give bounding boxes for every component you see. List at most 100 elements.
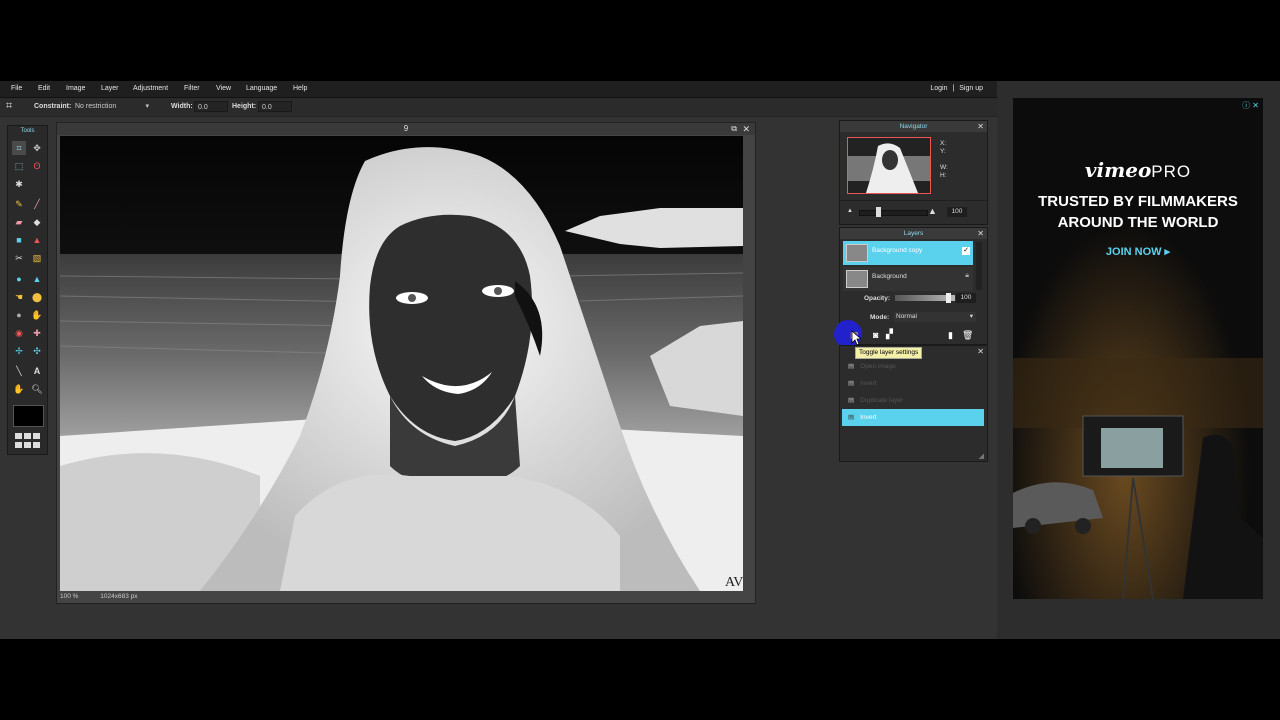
pinch-tool-icon[interactable]: ✣ <box>30 344 44 358</box>
menu-layer[interactable]: Layer <box>101 85 119 92</box>
menu-adjustment[interactable]: Adjustment <box>133 85 168 92</box>
zoom-value: 100 <box>60 593 71 600</box>
ad-headline-line2: AROUND THE WORLD <box>1057 214 1219 231</box>
color-swatch[interactable] <box>13 405 44 427</box>
image-canvas[interactable]: AV <box>60 136 743 591</box>
navigator-zoom-value: 100 <box>951 208 963 215</box>
move-tool-icon[interactable]: ✥ <box>30 141 44 155</box>
pencil-tool-icon[interactable]: ✎ <box>12 197 26 211</box>
layer-thumbnail <box>846 270 868 288</box>
layer-mask-icon[interactable]: ◙ <box>873 330 878 340</box>
image-size: 1024x683 px <box>100 593 138 600</box>
gradient-tool-icon[interactable]: ■ <box>12 233 26 247</box>
spot-heal-tool-icon[interactable]: ✚ <box>30 326 44 340</box>
marquee-tool-icon[interactable]: ⬚ <box>12 159 26 173</box>
smudge-tool-icon[interactable]: ☚ <box>12 290 26 304</box>
history-close-icon[interactable]: ✕ <box>977 346 984 357</box>
tools-palette: Tools ⌗ ✥ ⬚ ʘ ✱ ✎ ╱ ▰ ◆ ■ ▲ ✂ ▧ ● ▲ ☚ ⬤ … <box>7 125 48 455</box>
menu-file[interactable]: File <box>11 85 22 92</box>
stamp-tool-icon[interactable]: ▲ <box>30 233 44 247</box>
constraint-value: No restriction <box>75 103 117 110</box>
brush-tool-icon[interactable]: ╱ <box>30 197 44 211</box>
zoom-slider[interactable] <box>859 210 928 216</box>
sponge-tool-icon[interactable]: ⬤ <box>30 290 44 304</box>
layer-row-background-copy[interactable]: Background copy ✓ <box>843 241 973 265</box>
eraser-tool-icon[interactable]: ▰ <box>12 215 26 229</box>
zoom-in-icon[interactable]: ▲ <box>928 206 937 216</box>
layers-scrollbar[interactable] <box>976 242 982 290</box>
color-picker-icon[interactable]: ╲ <box>12 364 26 378</box>
zoom-field[interactable]: 100 % <box>60 593 78 600</box>
history-label: Invert <box>860 380 877 387</box>
document-title-bar: 9 ⧉ ✕ <box>57 123 755 135</box>
resize-grip-icon[interactable]: ◢ <box>979 452 984 460</box>
bloat-tool-icon[interactable]: ✢ <box>12 344 26 358</box>
auth-separator: | <box>952 85 955 92</box>
chevron-down-icon: ▾ <box>969 313 973 320</box>
navigator-close-icon[interactable]: ✕ <box>977 121 984 132</box>
history-item-active[interactable]: ▤ Invert <box>842 409 984 426</box>
document-window: 9 ⧉ ✕ AV 100 % 1024x683 px <box>56 122 756 604</box>
navigator-thumbnail[interactable] <box>847 137 931 194</box>
sharpen-tool-icon[interactable]: ▲ <box>30 272 44 286</box>
menu-help[interactable]: Help <box>293 85 307 92</box>
height-input[interactable]: 0.0 <box>258 101 292 112</box>
new-layer-icon[interactable]: ▮ <box>948 330 953 341</box>
menu-edit[interactable]: Edit <box>38 85 50 92</box>
constraint-select[interactable]: No restriction ▾ <box>72 101 152 112</box>
menu-view[interactable]: View <box>216 85 231 92</box>
layers-close-icon[interactable]: ✕ <box>977 228 984 239</box>
red-eye-tool-icon[interactable]: ◉ <box>12 326 26 340</box>
dodge-tool-icon[interactable]: ● <box>12 308 26 322</box>
height-value: 0.0 <box>262 104 272 111</box>
layers-panel: Layers ✕ Background copy ✓ Background 🔒︎… <box>834 227 988 348</box>
navigator-zoom-input[interactable]: 100 <box>947 207 967 217</box>
bucket-tool-icon[interactable]: ◆ <box>30 215 44 229</box>
blur-tool-icon[interactable]: ● <box>12 272 26 286</box>
vimeo-brand: vimeo <box>1084 158 1152 182</box>
menu-image[interactable]: Image <box>66 85 85 92</box>
vimeo-ad-banner[interactable]: ⓘ ✕ vimeoPRO TRUSTED BY FILMMAKERS AROUN… <box>1013 98 1263 599</box>
login-link[interactable]: Login <box>930 85 947 92</box>
opacity-slider-handle[interactable] <box>946 293 951 303</box>
lasso-tool-icon[interactable]: ʘ <box>30 159 44 173</box>
x-label: X: <box>940 140 947 147</box>
zoom-out-icon[interactable]: ▲ <box>847 208 853 214</box>
shape-tool-icon[interactable]: ▧ <box>30 251 44 265</box>
blend-mode-select[interactable]: Normal ▾ <box>894 312 976 322</box>
mode-label: Mode: <box>870 314 890 321</box>
zoom-slider-handle[interactable] <box>876 207 881 217</box>
grid-view-icon[interactable] <box>14 432 42 450</box>
hand-tool-icon[interactable]: ✋ <box>12 382 26 396</box>
close-icon[interactable]: ✕ <box>742 123 750 135</box>
history-item[interactable]: ▤ Duplicate layer <box>842 392 984 409</box>
history-label: Open image <box>860 363 896 370</box>
crop-tool-icon[interactable]: ⌗ <box>12 141 26 155</box>
menu-language[interactable]: Language <box>246 85 277 92</box>
layer-visibility-checkbox[interactable]: ✓ <box>962 247 970 255</box>
layer-styles-icon[interactable]: ▞ <box>886 329 893 340</box>
chevron-down-icon: ▾ <box>145 103 149 110</box>
zoom-unit: % <box>72 593 79 600</box>
width-input[interactable]: 0.0 <box>194 101 228 112</box>
history-item[interactable]: ▤ Open image <box>842 358 984 375</box>
menu-filter[interactable]: Filter <box>184 85 200 92</box>
join-now-link[interactable]: JOIN NOW ▸ <box>1013 245 1263 258</box>
watermark: AV <box>725 575 743 590</box>
color-replace-icon[interactable]: ✂ <box>12 251 26 265</box>
adchoices-icon[interactable]: ⓘ ✕ <box>1239 100 1259 110</box>
history-item[interactable]: ▤ Invert <box>842 375 984 392</box>
burn-tool-icon[interactable]: ✋ <box>30 308 44 322</box>
restore-icon[interactable]: ⧉ <box>731 123 737 135</box>
magic-wand-icon[interactable]: ✱ <box>12 177 26 191</box>
delete-layer-icon[interactable]: 🗑︎ <box>962 330 973 341</box>
layer-row-background[interactable]: Background 🔒︎ <box>843 267 973 291</box>
photo-editor-app: File Edit Image Layer Adjustment Filter … <box>0 81 997 639</box>
signup-link[interactable]: Sign up <box>959 85 983 92</box>
history-step-icon: ▤ <box>848 397 855 404</box>
type-tool-icon[interactable]: A <box>30 364 44 378</box>
opacity-input[interactable]: 100 <box>956 293 976 303</box>
navigator-coords: X: Y: W: H: <box>940 140 948 180</box>
zoom-tool-icon[interactable]: 🔍︎ <box>30 382 44 396</box>
h-label: H: <box>940 172 947 179</box>
